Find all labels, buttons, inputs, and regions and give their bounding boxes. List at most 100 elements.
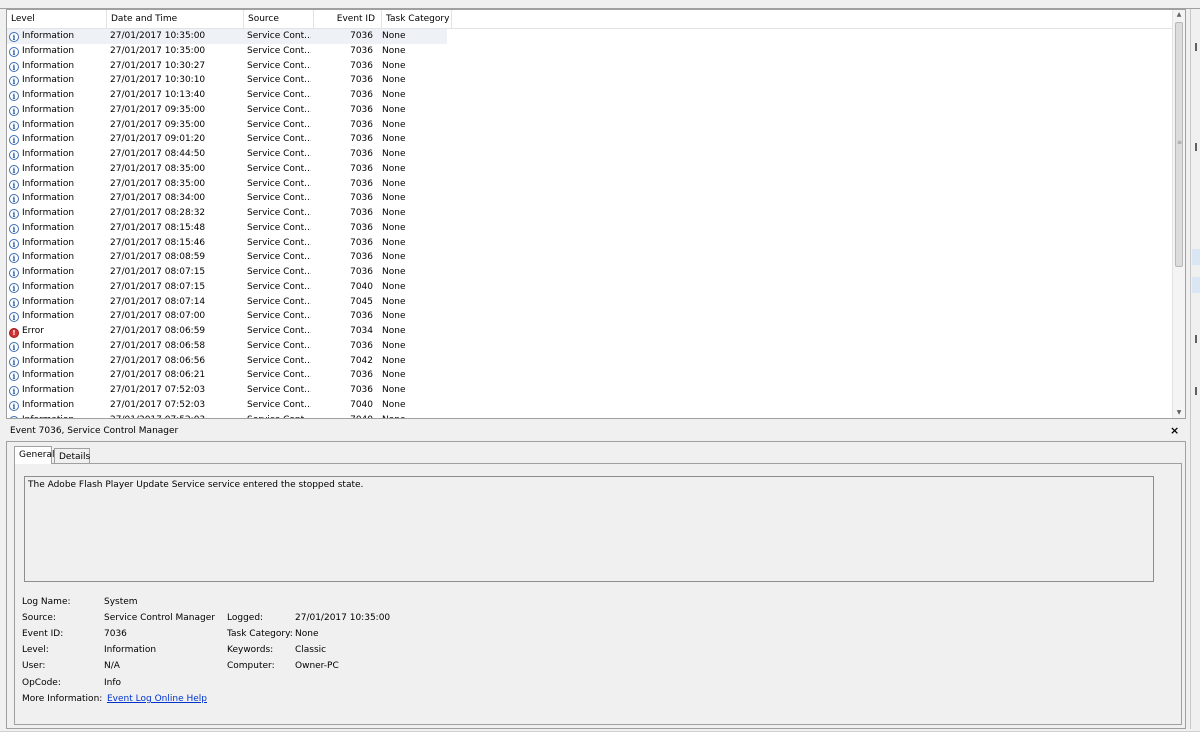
- event-row[interactable]: i Information 27/01/2017 09:35:00 Service C…: [7, 103, 447, 118]
- edge-mark: [1195, 335, 1197, 343]
- event-list[interactable]: Level Date and Time Source Event ID Task…: [6, 9, 1186, 419]
- event-row[interactable]: i Information 27/01/2017 08:34:00 Service C…: [7, 191, 447, 206]
- scroll-down-icon[interactable]: ▼: [1173, 408, 1185, 418]
- event-source: Service Cont...: [247, 296, 311, 307]
- close-icon[interactable]: ×: [1170, 424, 1179, 437]
- top-frame: [0, 0, 1200, 9]
- event-row[interactable]: i Information 27/01/2017 08:35:00 Service C…: [7, 162, 447, 177]
- event-row[interactable]: i Information 27/01/2017 08:15:46 Service C…: [7, 236, 447, 251]
- event-level-text: Information: [22, 237, 75, 248]
- event-date: 27/01/2017 08:28:32: [110, 208, 206, 218]
- event-row[interactable]: iInformation27/01/2017 07:52:03Service C…: [7, 398, 447, 413]
- level-value: Information: [104, 645, 157, 655]
- column-header-source[interactable]: Source: [244, 10, 314, 28]
- information-icon: i: [9, 76, 19, 87]
- logged-value: 27/01/2017 10:35:00: [295, 613, 391, 623]
- event-row[interactable]: i Information 27/01/2017 08:07:15 Service C…: [7, 280, 447, 295]
- event-level-text: Information: [22, 267, 75, 277]
- event-date: 27/01/2017 07:52:03: [110, 413, 242, 419]
- information-icon: i: [9, 179, 19, 190]
- opcode-value: Info: [104, 678, 122, 688]
- vertical-scrollbar[interactable]: ▲ ≡ ▼: [1172, 10, 1185, 418]
- information-icon: i: [9, 386, 19, 396]
- scrollbar-thumb[interactable]: ≡: [1175, 22, 1183, 267]
- event-row[interactable]: i Information 27/01/2017 08:44:50 Service C…: [7, 147, 447, 162]
- event-level-text: Information: [22, 281, 75, 292]
- event-row[interactable]: i Information 27/01/2017 08:06:21 Service C…: [7, 368, 447, 383]
- source-label: Source:: [22, 613, 56, 623]
- event-date: 27/01/2017 07:52:03: [110, 399, 206, 410]
- column-header-task-category[interactable]: Task Category: [382, 10, 452, 28]
- information-icon: i: [9, 150, 19, 160]
- computer-value: Owner-PC: [295, 661, 339, 671]
- event-date: 27/01/2017 08:15:46: [110, 237, 206, 248]
- information-icon: i: [9, 356, 19, 367]
- event-category: None: [382, 90, 406, 100]
- event-level: ! Error: [9, 324, 107, 339]
- event-id: 7036: [350, 252, 373, 263]
- event-row[interactable]: iInformation27/01/2017 07:52:03Service C…: [7, 383, 447, 398]
- column-header-date[interactable]: Date and Time: [107, 10, 244, 28]
- event-description[interactable]: The Adobe Flash Player Update Service se…: [24, 476, 1154, 582]
- event-date: 27/01/2017 09:35:00: [110, 104, 206, 115]
- event-category: None: [382, 281, 406, 292]
- event-row[interactable]: i Information 27/01/2017 08:06:56 Service C…: [7, 354, 447, 369]
- column-header-level[interactable]: Level: [7, 10, 107, 28]
- event-level-text: Information: [22, 340, 75, 351]
- error-icon: !: [9, 328, 19, 338]
- grip-icon: ≡: [1177, 139, 1183, 146]
- event-row[interactable]: i Information 27/01/2017 09:01:20 Service C…: [7, 132, 447, 147]
- information-icon: i: [9, 32, 19, 42]
- event-row[interactable]: i Information 27/01/2017 08:07:14 Service C…: [7, 295, 447, 310]
- event-id: 7036: [350, 385, 373, 395]
- event-row[interactable]: i Information 27/01/2017 08:28:32 Service C…: [7, 206, 447, 221]
- event-category: None: [382, 222, 406, 233]
- tab-details[interactable]: Details: [54, 448, 90, 464]
- event-level: iInformation: [9, 191, 107, 206]
- event-row[interactable]: i Information 27/01/2017 10:30:27 Service C…: [7, 59, 447, 74]
- scroll-up-icon[interactable]: ▲: [1173, 10, 1185, 20]
- event-row[interactable]: i Information 27/01/2017 10:35:00 Service C…: [7, 44, 447, 59]
- event-id: 7036: [350, 119, 373, 130]
- column-header-event-id[interactable]: Event ID: [314, 10, 382, 28]
- information-icon: i: [9, 282, 19, 293]
- event-row[interactable]: iInformation27/01/2017 07:52:03Service C…: [7, 413, 447, 419]
- event-level-text: Information: [22, 45, 75, 56]
- event-date: 27/01/2017 08:15:48: [110, 222, 206, 233]
- event-date: 27/01/2017 07:52:03: [110, 385, 206, 395]
- event-source: Service Cont...: [247, 311, 311, 322]
- event-row[interactable]: i Information 27/01/2017 08:35:00 Service C…: [7, 177, 447, 192]
- event-row[interactable]: i Information 27/01/2017 08:15:48 Service C…: [7, 221, 447, 236]
- event-row[interactable]: ! Error 27/01/2017 08:06:59 Service Cont...…: [7, 324, 447, 339]
- event-row[interactable]: i Information 27/01/2017 08:07:15 Service C…: [7, 265, 447, 280]
- event-row[interactable]: i Information 27/01/2017 08:08:59 Service C…: [7, 250, 447, 265]
- event-source: Service Cont...: [247, 281, 311, 292]
- event-level: iInformation: [9, 280, 107, 295]
- event-row[interactable]: i Information 27/01/2017 08:06:58 Service C…: [7, 339, 447, 354]
- event-row[interactable]: i Information 27/01/2017 09:35:00 Service C…: [7, 118, 447, 133]
- event-source: Service Cont...: [247, 104, 311, 115]
- event-level: iInformation: [9, 354, 107, 369]
- event-row[interactable]: i Information 27/01/2017 10:30:10 Service C…: [7, 73, 447, 88]
- event-date: 27/01/2017 08:06:59: [110, 326, 206, 336]
- event-level: iInformation: [9, 73, 107, 88]
- tab-general[interactable]: General: [14, 446, 54, 464]
- event-row[interactable]: i Information 27/01/2017 10:35:00 Service C…: [7, 29, 447, 44]
- event-date: 27/01/2017 08:07:15: [110, 281, 206, 292]
- event-category: None: [382, 178, 406, 189]
- event-id: 7036: [350, 31, 373, 41]
- information-icon: i: [9, 209, 19, 219]
- event-row[interactable]: i Information 27/01/2017 10:13:40 Service C…: [7, 88, 447, 103]
- event-date: 27/01/2017 08:44:50: [110, 149, 206, 159]
- event-level: iInformation: [9, 250, 107, 265]
- log-name-value: System: [104, 597, 138, 607]
- event-id: 7036: [350, 370, 373, 381]
- event-level-text: Information: [22, 134, 75, 145]
- event-log-online-help-link[interactable]: Event Log Online Help: [107, 693, 207, 705]
- event-level: iInformation: [9, 221, 107, 236]
- event-level-text: Information: [22, 119, 75, 130]
- event-row[interactable]: i Information 27/01/2017 08:07:00 Service C…: [7, 309, 447, 324]
- event-source: Service Cont...: [247, 178, 311, 189]
- event-level: iInformation: [9, 44, 107, 59]
- event-date: 27/01/2017 08:07:00: [110, 311, 206, 322]
